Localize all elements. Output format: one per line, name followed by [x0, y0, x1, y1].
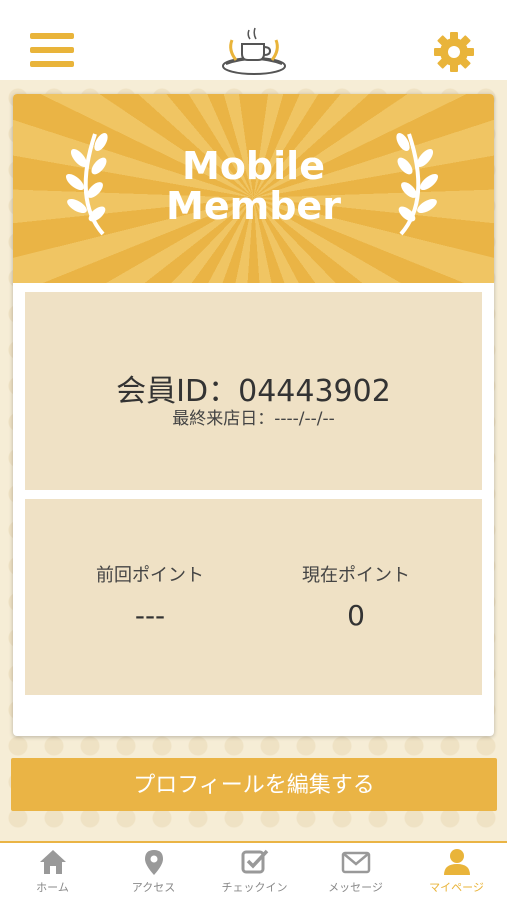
tab-access-label: アクセス — [131, 881, 176, 894]
points-panel: 前回ポイント --- 現在ポイント 0 — [25, 499, 482, 695]
tab-checkin[interactable]: チェックイン — [204, 843, 305, 900]
checkin-icon — [241, 849, 268, 874]
gear-icon[interactable] — [432, 30, 476, 74]
top-bar — [0, 0, 507, 80]
current-points-label: 現在ポイント — [302, 565, 410, 586]
hamburger-menu-icon[interactable] — [30, 33, 74, 69]
laurel-right-icon — [396, 132, 439, 236]
member-card: Mobile Member 会員ID：04443902 最終来店日：----/-… — [13, 94, 494, 736]
current-points: 現在ポイント 0 — [256, 561, 456, 632]
tab-mypage-label: マイページ — [429, 881, 484, 894]
member-banner: Mobile Member — [13, 94, 494, 283]
bottom-tab-bar: ホーム アクセス チェックイン メッセージ マイページ — [0, 841, 507, 902]
user-icon — [443, 849, 470, 875]
coffee-bread-logo — [222, 27, 286, 75]
previous-points-value: --- — [134, 599, 166, 632]
edit-profile-button[interactable]: プロフィールを編集する — [11, 758, 497, 811]
tab-home[interactable]: ホーム — [2, 843, 103, 900]
current-points-value: 0 — [347, 599, 365, 632]
tab-home-label: ホーム — [36, 881, 69, 894]
mail-icon — [341, 851, 370, 874]
tab-access[interactable]: アクセス — [103, 843, 204, 900]
previous-points-label: 前回ポイント — [96, 565, 204, 586]
member-info-panel: 会員ID：04443902 最終来店日：----/--/-- — [25, 292, 482, 490]
previous-points: 前回ポイント --- — [50, 561, 250, 632]
tab-checkin-label: チェックイン — [221, 881, 288, 894]
map-pin-icon — [144, 850, 163, 875]
tab-message[interactable]: メッセージ — [305, 843, 406, 900]
home-icon — [39, 850, 66, 874]
last-visit-date: 最終来店日：----/--/-- — [172, 409, 335, 429]
tab-message-label: メッセージ — [328, 881, 383, 894]
tab-mypage[interactable]: マイページ — [406, 843, 507, 900]
